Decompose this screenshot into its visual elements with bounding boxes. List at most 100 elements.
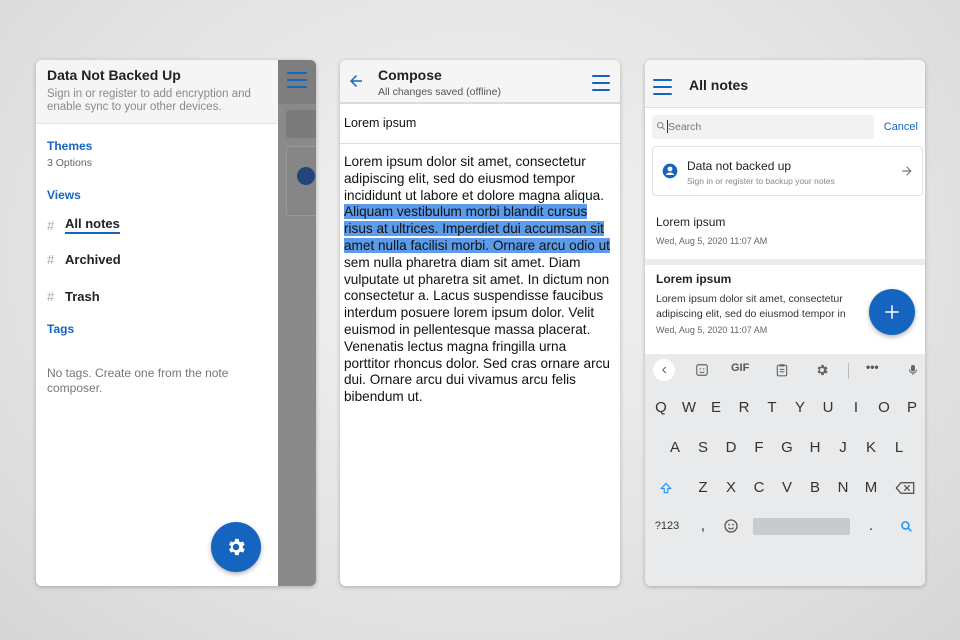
key-a[interactable]: A [663,439,687,456]
backup-title: Data not backed up [687,159,792,173]
dimmed-card [286,146,316,216]
clipboard-icon[interactable] [775,362,789,378]
nav-item-label: Archived [65,252,121,267]
key-n[interactable]: N [831,479,855,496]
toolbar-divider [848,363,849,379]
tags-heading: Tags [47,322,75,336]
key-y[interactable]: Y [788,399,812,416]
spacebar[interactable] [753,518,850,535]
key-f[interactable]: F [747,439,771,456]
note-preview: Lorem ipsum dolor sit amet, consectetur … [656,293,846,320]
key-t[interactable]: T [760,399,784,416]
keyboard-row-2: A S D F G H J K L [645,439,925,469]
key-z[interactable]: Z [691,479,715,496]
key-k[interactable]: K [859,439,883,456]
search-placeholder: Search [668,121,702,133]
sticker-icon[interactable] [695,363,709,377]
drawer-header[interactable]: Data Not Backed Up Sign in or register t… [36,60,278,124]
more-options-button[interactable]: ••• [866,360,879,374]
note-date: Wed, Aug 5, 2020 11:07 AM [656,325,768,335]
body-text: sem nulla pharetra diam sit amet. Diam v… [344,254,610,405]
arrow-right-icon [902,166,912,176]
nav-item-label: Trash [65,289,100,304]
views-heading: Views [47,188,81,202]
user-icon [297,167,315,185]
note-body-editor[interactable]: Lorem ipsum dolor sit amet, consectetur … [340,144,620,406]
body-text: Lorem ipsum dolor sit amet, consectetur … [344,154,604,203]
note-title: Lorem ipsum [656,272,732,286]
list-item[interactable]: Lorem ipsum Wed, Aug 5, 2020 11:07 AM [656,215,767,246]
key-s[interactable]: S [691,439,715,456]
key-q[interactable]: Q [649,399,673,416]
note-title: Lorem ipsum [656,215,726,229]
emoji-icon[interactable] [723,518,739,534]
search-icon [656,121,666,131]
list-divider [645,259,925,265]
dimmed-search [286,110,316,138]
navigation-drawer: Data Not Backed Up Sign in or register t… [36,60,278,586]
nav-item-label: All notes [65,216,120,234]
key-r[interactable]: R [732,399,756,416]
keyboard-row-3: Z X C V B N M [645,479,925,509]
selected-text: Aliquam vestibulum morbi blandit cursus … [344,204,610,253]
keyboard-row-1: Q W E R T Y U I O P [645,399,925,429]
keyboard-toolbar: GIF ••• [645,354,925,386]
drawer-title: Data Not Backed Up [47,67,181,83]
save-status: All changes saved (offline) [378,86,501,98]
nav-item-all-notes[interactable]: # All notes [47,216,120,234]
plus-icon [885,305,899,319]
back-arrow-icon[interactable] [347,72,365,90]
key-o[interactable]: O [872,399,896,416]
notes-toolbar: All notes [645,60,925,108]
compose-title: Compose [378,67,442,83]
key-i[interactable]: I [844,399,868,416]
key-l[interactable]: L [887,439,911,456]
key-comma[interactable]: , [691,517,715,534]
soft-keyboard: GIF ••• Q W E R T Y U I O P A S D F G H … [645,354,925,586]
key-b[interactable]: B [803,479,827,496]
nav-item-trash[interactable]: # Trash [47,289,100,304]
tags-empty-message: No tags. Create one from the note compos… [47,366,229,395]
hamburger-menu-icon[interactable] [592,75,610,96]
settings-fab[interactable] [211,522,261,572]
backspace-icon[interactable] [895,481,915,495]
key-p[interactable]: P [900,399,924,416]
compose-toolbar: Compose All changes saved (offline) [340,60,620,104]
hamburger-menu-icon[interactable] [287,72,307,93]
search-icon[interactable] [900,520,913,533]
key-j[interactable]: J [831,439,855,456]
scrim-overlay[interactable] [278,60,316,586]
key-e[interactable]: E [704,399,728,416]
key-u[interactable]: U [816,399,840,416]
symbols-key[interactable]: ?123 [651,520,683,532]
key-g[interactable]: G [775,439,799,456]
key-w[interactable]: W [677,399,701,416]
hash-icon: # [47,289,55,304]
backup-subtitle: Sign in or register to backup your notes [687,176,835,186]
cancel-button[interactable]: Cancel [884,121,918,133]
key-x[interactable]: X [719,479,743,496]
list-item[interactable]: Lorem ipsum Lorem ipsum dolor sit amet, … [656,272,881,335]
page-title: All notes [689,77,749,93]
nav-item-archived[interactable]: # Archived [47,252,121,267]
keyboard-settings-icon[interactable] [815,363,829,377]
key-m[interactable]: M [859,479,883,496]
add-note-fab[interactable] [869,289,915,335]
themes-options-count: 3 Options [47,157,92,169]
note-date: Wed, Aug 5, 2020 11:07 AM [656,236,768,246]
gif-button[interactable]: GIF [731,362,749,374]
collapse-toolbar-button[interactable] [653,359,675,381]
key-c[interactable]: C [747,479,771,496]
microphone-icon[interactable] [907,362,919,378]
search-input[interactable]: Search [652,115,874,139]
shift-icon[interactable] [659,481,673,495]
key-period[interactable]: . [859,517,883,534]
hamburger-menu-icon[interactable] [653,79,672,100]
key-d[interactable]: D [719,439,743,456]
key-h[interactable]: H [803,439,827,456]
note-title-field[interactable]: Lorem ipsum [340,104,620,144]
hash-icon: # [47,217,55,233]
backup-banner[interactable]: Data not backed up Sign in or register t… [652,146,923,196]
key-v[interactable]: V [775,479,799,496]
themes-link[interactable]: Themes [47,139,92,153]
